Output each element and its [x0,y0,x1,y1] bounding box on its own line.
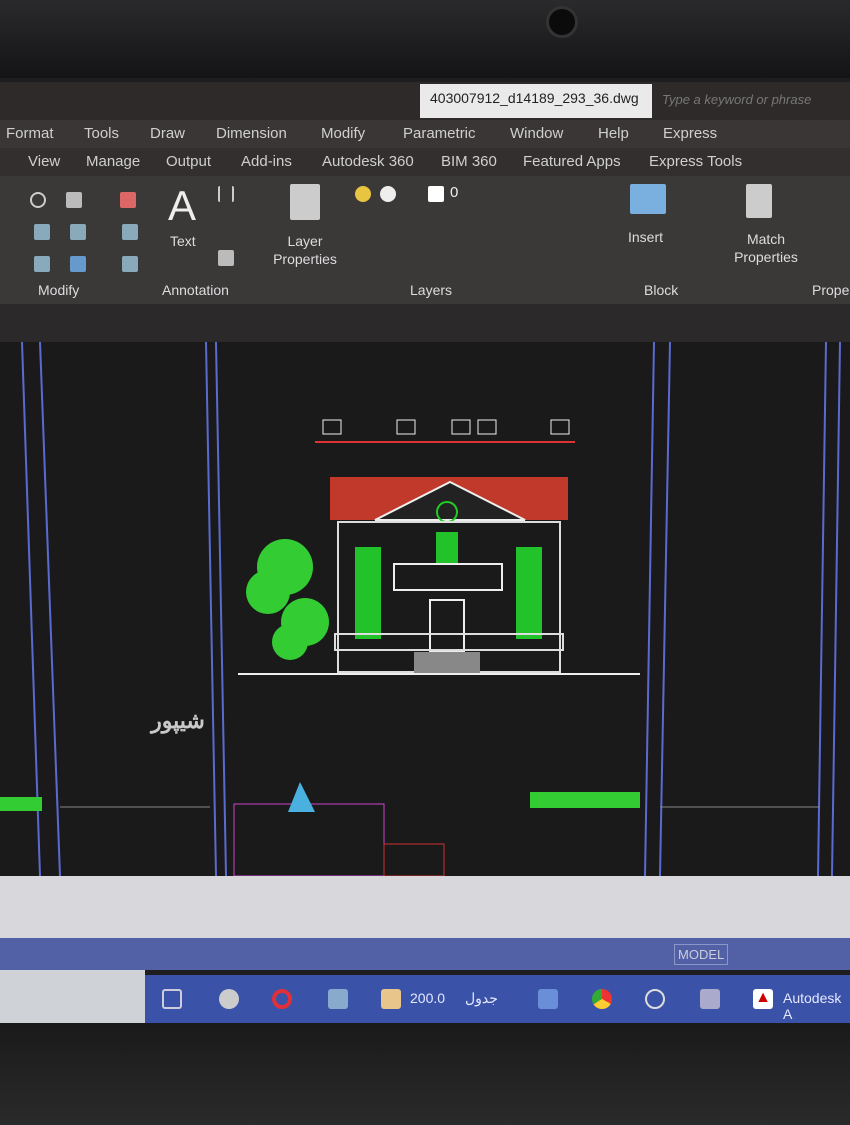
tree [246,539,329,660]
offset-icon[interactable] [122,256,138,272]
opera-icon[interactable] [272,989,292,1009]
menu-express[interactable]: Express [663,125,717,142]
watermark-logo: شیپور [151,708,205,733]
sun-icon[interactable] [380,186,396,202]
menu-draw[interactable]: Draw [150,125,185,142]
tab-view[interactable]: View [28,153,60,170]
menu-bar: Format Tools Draw Dimension Modify Param… [0,120,850,148]
tab-express-tools[interactable]: Express Tools [649,153,742,170]
settings-icon[interactable] [219,989,239,1009]
text-label[interactable]: Text [170,232,196,250]
menu-tools[interactable]: Tools [84,125,119,142]
desktop-wallpaper [0,970,145,1025]
panel-block[interactable]: Block [644,282,678,298]
table-icon[interactable] [218,250,234,266]
word-icon[interactable] [538,989,558,1009]
panel-layers[interactable]: Layers [410,282,452,298]
trim-icon[interactable] [66,192,82,208]
menu-dimension[interactable]: Dimension [216,125,287,142]
file-tab[interactable]: 403007912_d14189_293_36.dwg [420,84,652,118]
search-input[interactable]: Type a keyword or phrase [662,92,811,107]
bulb-icon[interactable] [355,186,371,202]
menu-help[interactable]: Help [598,125,629,142]
laptop-bezel-top [0,0,850,78]
current-layer[interactable]: 0 [450,184,458,201]
files-icon[interactable] [700,989,720,1009]
match-properties-icon[interactable] [746,184,772,218]
title-block [233,803,385,877]
chrome-icon[interactable] [592,989,612,1009]
panel-properties[interactable]: Prope [812,282,849,298]
notes-label[interactable]: 200.0 [410,990,445,1006]
tab-add-ins[interactable]: Add-ins [241,153,292,170]
text-icon[interactable]: A [168,182,196,230]
tab-manage[interactable]: Manage [86,153,140,170]
menu-modify[interactable]: Modify [321,125,365,142]
menu-window[interactable]: Window [510,125,563,142]
command-line-area[interactable] [0,876,850,938]
ribbon: Modify A Text Annotation Layer Propertie… [0,176,850,304]
fillet-icon[interactable] [70,224,86,240]
menu-parametric[interactable]: Parametric [403,125,476,142]
array-icon[interactable] [70,256,86,272]
taskbar: 200.0 جدول ▲ Autodesk A [145,975,850,1023]
autocad-icon[interactable]: ▲ [753,989,773,1009]
color-swatch-icon[interactable] [428,186,444,202]
notes-icon[interactable] [381,989,401,1009]
menu-format[interactable]: Format [6,125,54,142]
panel-modify[interactable]: Modify [38,282,79,298]
persian-window-label[interactable]: جدول [465,990,498,1007]
panel-annotation[interactable]: Annotation [162,282,229,298]
app-icon[interactable] [328,989,348,1009]
media-player-icon[interactable] [645,989,665,1009]
task-view-icon[interactable] [162,989,182,1009]
model-space-button[interactable]: MODEL [674,944,729,965]
layer-properties-label[interactable]: Layer Properties [266,232,344,268]
tab-output[interactable]: Output [166,153,211,170]
insert-block-icon[interactable] [630,184,666,214]
drawing-svg [0,341,841,877]
scale-icon[interactable] [34,256,50,272]
explode-icon[interactable] [122,224,138,240]
ribbon-tabs: View Manage Output Add-ins Autodesk 360 … [0,148,850,176]
erase-icon[interactable] [120,192,136,208]
webcam-icon [546,6,578,38]
dimension-icon[interactable] [218,186,234,202]
mirror-icon[interactable] [34,224,50,240]
tab-autodesk-360[interactable]: Autodesk 360 [322,153,414,170]
laptop-bezel-bottom [0,1023,850,1125]
file-tabs-strip [0,304,850,342]
circle-icon[interactable] [30,192,46,208]
tab-bim-360[interactable]: BIM 360 [441,153,497,170]
drawing-canvas[interactable] [0,341,850,877]
insert-label[interactable]: Insert [628,228,663,246]
layer-properties-icon[interactable] [290,184,320,220]
tab-featured-apps[interactable]: Featured Apps [523,153,621,170]
match-properties-label[interactable]: Match Properties [730,230,802,266]
autocad-label[interactable]: Autodesk A [783,990,850,1022]
